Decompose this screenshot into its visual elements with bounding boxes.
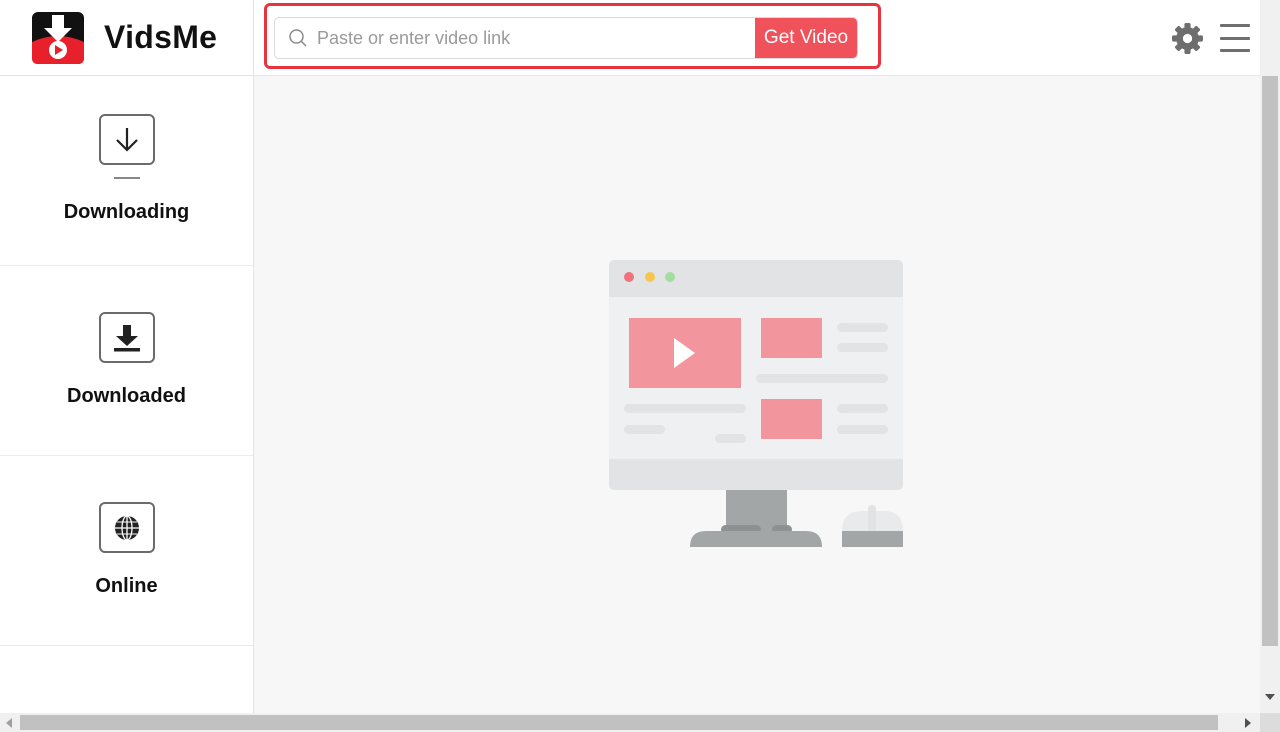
app-title: VidsMe [104,19,218,55]
get-video-button[interactable]: Get Video [755,18,857,58]
sidebar-item-label: Online [95,575,158,597]
hamburger-menu-icon[interactable] [1220,24,1250,52]
scroll-left-arrow-icon[interactable] [6,718,12,728]
vertical-scroll-thumb[interactable] [1262,76,1278,646]
app-logo-icon [32,11,84,64]
search-icon [289,29,307,47]
search-bar: Get Video [274,17,858,59]
scroll-down-arrow-icon[interactable] [1265,694,1275,700]
vertical-scrollbar[interactable] [1260,0,1280,713]
scrollbar-corner [1260,713,1280,732]
sidebar-item-label: Downloading [63,201,190,223]
sidebar: VidsMe Downloading Downloaded Online [0,0,254,713]
sidebar-item-label: Downloaded [67,385,186,407]
menu-line [1220,49,1250,52]
download-arrow-icon [98,114,155,165]
video-link-input[interactable] [308,18,755,58]
sidebar-item-online[interactable]: Online [0,456,253,646]
horizontal-scroll-thumb[interactable] [20,715,1218,730]
logo-area: VidsMe [0,0,253,76]
underline-bar [113,177,140,179]
top-bar: Get Video [254,0,1260,76]
gear-icon[interactable] [1171,22,1204,55]
globe-icon [98,502,155,553]
horizontal-scrollbar[interactable] [0,713,1280,732]
empty-state-monitor-illustration [609,260,903,547]
download-tray-icon [98,312,155,363]
menu-line [1220,36,1250,40]
menu-line [1220,24,1250,27]
scroll-right-arrow-icon[interactable] [1245,718,1251,728]
sidebar-item-downloaded[interactable]: Downloaded [0,266,253,456]
sidebar-item-downloading[interactable]: Downloading [0,76,253,266]
